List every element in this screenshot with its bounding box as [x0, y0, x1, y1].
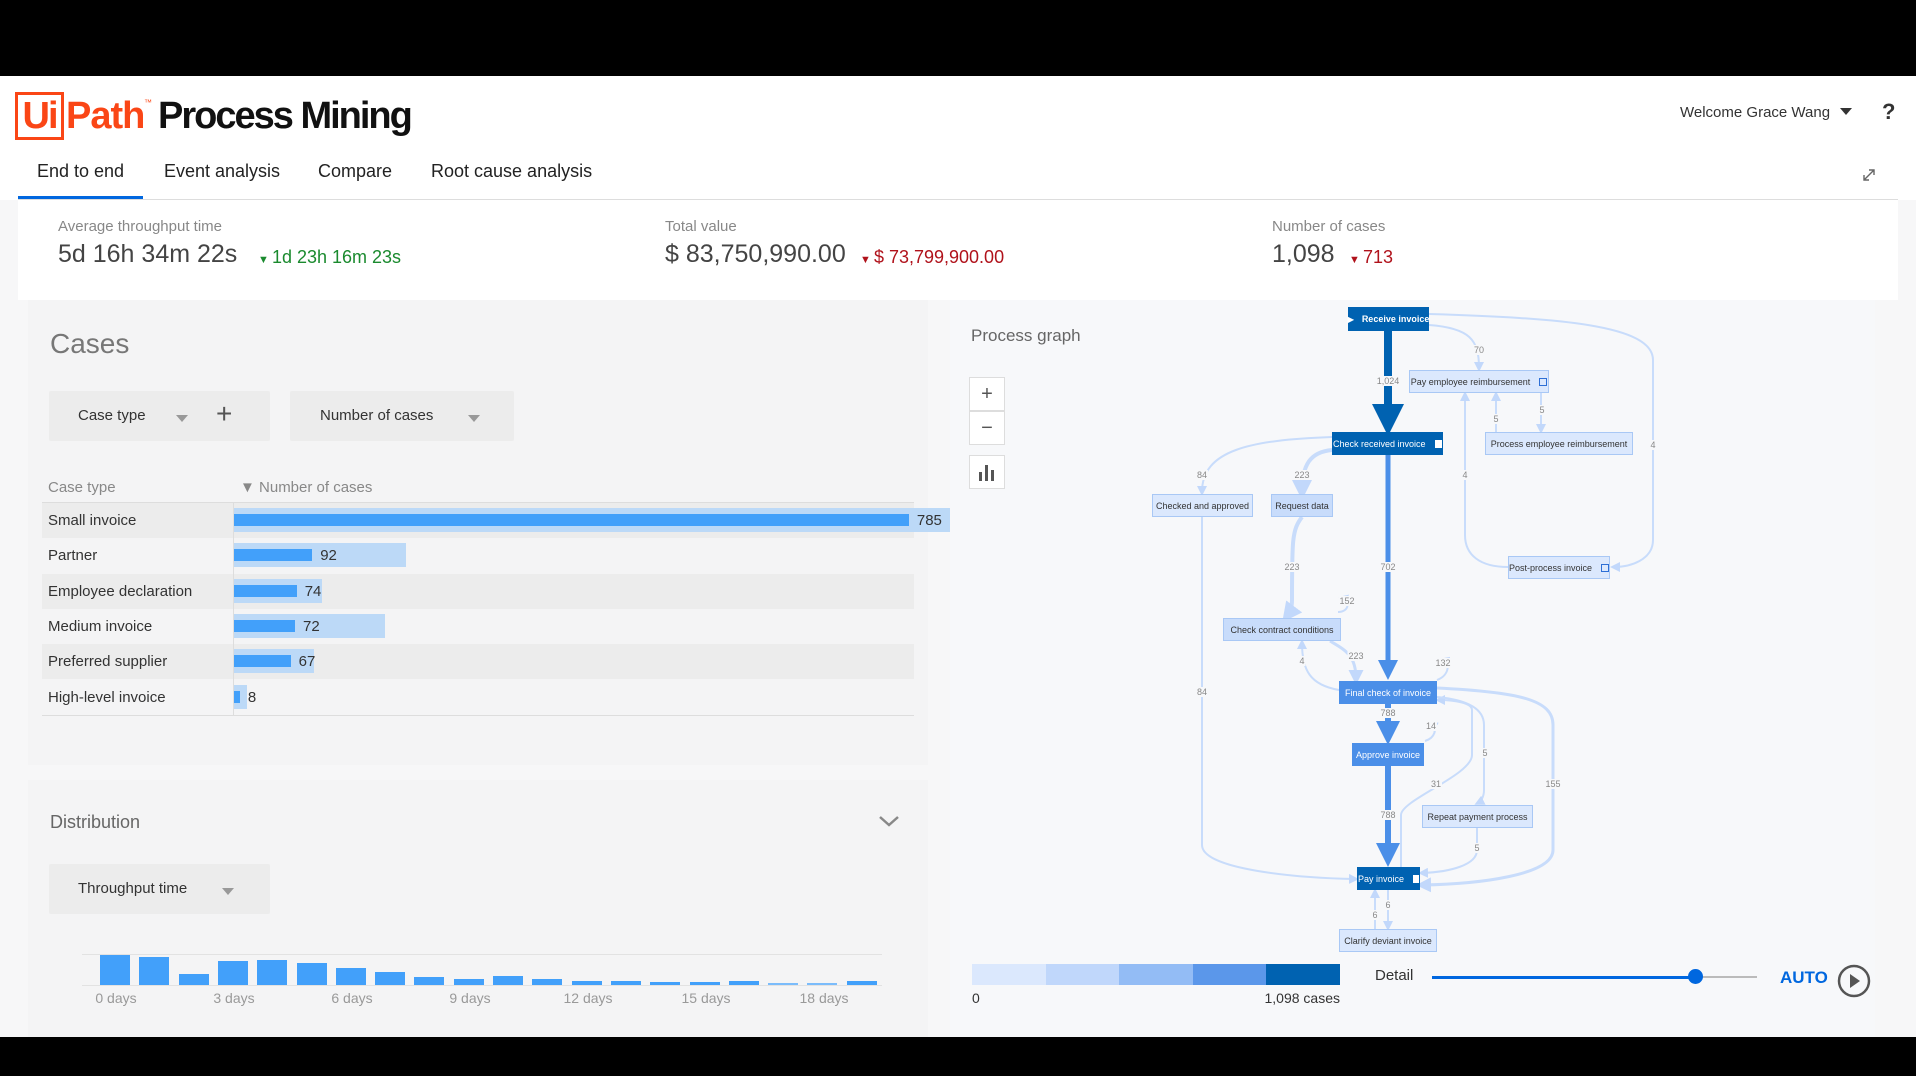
node-label: Process employee reimbursement [1490, 438, 1628, 449]
node-approve-invoice[interactable]: Approve invoice [1352, 743, 1424, 766]
end-icon [1434, 439, 1442, 448]
legend-swatch [1266, 964, 1340, 985]
end-icon [1601, 563, 1609, 572]
auto-button[interactable]: AUTO [1780, 968, 1828, 988]
node-pay-employee-reimbursement[interactable]: Pay employee reimbursement [1409, 370, 1549, 393]
node-post-process-invoice[interactable]: Post-process invoice [1508, 556, 1610, 579]
play-icon: ▶ [1347, 314, 1354, 324]
legend-swatch [972, 964, 1046, 985]
edge-count-label: 223 [1347, 651, 1365, 661]
edge-count-label: 155 [1544, 779, 1562, 789]
node-label: Final check of invoice [1344, 687, 1432, 698]
legend-max: 1,098 cases [1264, 990, 1341, 1006]
edge-count-label: 4 [1298, 656, 1306, 666]
legend-swatch [1192, 964, 1267, 985]
detail-slider[interactable] [1432, 969, 1757, 984]
node-label: Post-process invoice [1509, 562, 1593, 573]
edge-count-label: 4 [1461, 470, 1469, 480]
slider-fill [1432, 975, 1696, 979]
node-checked-and-approved[interactable]: Checked and approved [1152, 494, 1253, 517]
edge-count-label: 1,024 [1375, 376, 1401, 386]
edge-count-label: 702 [1379, 562, 1397, 572]
node-label: Approve invoice [1355, 749, 1421, 760]
node-repeat-payment-process[interactable]: Repeat payment process [1422, 805, 1533, 828]
process-graph-edges [1197, 313, 1654, 931]
node-label: Receive invoice [1361, 314, 1430, 324]
edge-count-label: 5 [1492, 414, 1500, 424]
edge [1197, 436, 1333, 496]
node-label: Pay employee reimbursement [1410, 376, 1531, 387]
edge-count-label: 31 [1429, 779, 1443, 789]
node-label: Checked and approved [1155, 500, 1250, 511]
node-process-employee-reimbursement[interactable]: Process employee reimbursement [1485, 432, 1633, 455]
edge-count-label: 788 [1379, 810, 1397, 820]
node-label: Request data [1275, 500, 1329, 511]
end-icon [1413, 874, 1419, 883]
edge-count-label: 132 [1434, 658, 1452, 668]
edge-count-label: 223 [1283, 562, 1301, 572]
edge-count-label: 70 [1472, 345, 1486, 355]
edge [1297, 639, 1340, 691]
node-label: Check contract conditions [1230, 624, 1334, 635]
legend-min: 0 [972, 990, 980, 1006]
node-pay-invoice[interactable]: Pay invoice [1357, 867, 1420, 890]
node-request-data[interactable]: Request data [1271, 494, 1333, 517]
node-check-received-invoice[interactable]: Check received invoice [1332, 432, 1443, 455]
node-label: Check received invoice [1333, 438, 1426, 449]
frequency-legend [972, 964, 1340, 985]
edge [1201, 517, 1359, 884]
edge-count-label: 788 [1379, 708, 1397, 718]
edge-count-label: 14 [1424, 721, 1438, 731]
node-receive-invoice[interactable]: ▶ Receive invoice [1348, 307, 1429, 331]
edge-count-label: 5 [1481, 748, 1489, 758]
edge-count-label: 4 [1649, 440, 1657, 450]
edge-count-label: 5 [1538, 405, 1546, 415]
legend-swatch [1045, 964, 1120, 985]
node-label: Clarify deviant invoice [1344, 935, 1432, 946]
detail-label: Detail [1375, 967, 1414, 984]
edge-count-label: 152 [1338, 596, 1356, 606]
edge-count-label: 84 [1195, 470, 1209, 480]
edge [1436, 696, 1486, 805]
edge [1418, 828, 1478, 878]
end-icon [1539, 377, 1548, 386]
node-check-contract-conditions[interactable]: Check contract conditions [1223, 618, 1341, 641]
node-final-check-of-invoice[interactable]: Final check of invoice [1339, 681, 1437, 704]
node-label: Repeat payment process [1427, 811, 1528, 822]
edge-count-label: 84 [1195, 687, 1209, 697]
play-icon[interactable] [1837, 964, 1871, 998]
node-label: Pay invoice [1358, 873, 1405, 884]
edge [1460, 391, 1509, 568]
edge [1428, 324, 1484, 372]
edge-count-label: 5 [1473, 843, 1481, 853]
edge-count-label: 6 [1384, 900, 1392, 910]
legend-swatch [1119, 964, 1193, 985]
edge-count-label: 223 [1293, 470, 1311, 480]
edge-count-label: 6 [1371, 910, 1379, 920]
node-clarify-deviant-invoice[interactable]: Clarify deviant invoice [1339, 929, 1437, 952]
